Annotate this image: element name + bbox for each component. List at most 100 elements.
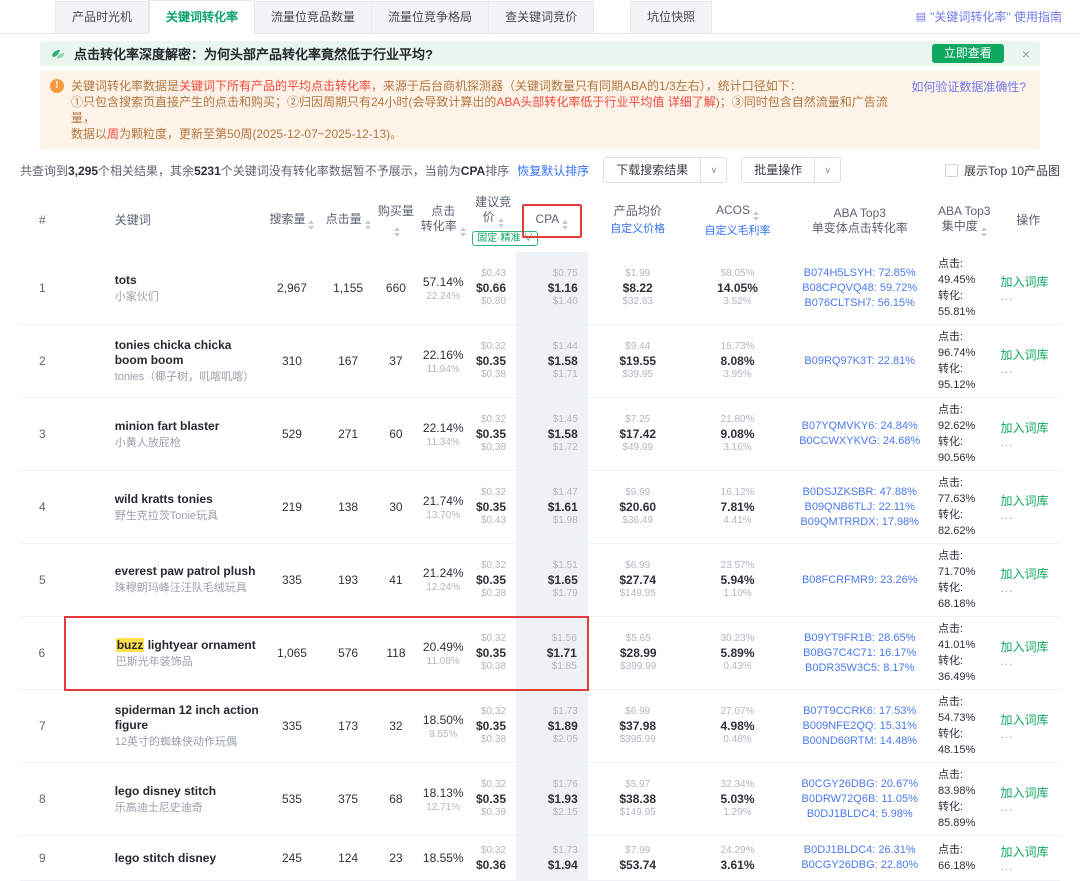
more-actions-link[interactable]: ...: [1000, 509, 1058, 521]
acos-cell: 16.73%8.08%3.95%: [688, 325, 788, 398]
sort-icon: [365, 220, 371, 230]
suggested-bid-cell: $0.32$0.35$0.38: [470, 544, 516, 617]
asin-link[interactable]: B09QNB6TLJ: 22.11%: [789, 500, 930, 515]
more-actions-link[interactable]: ...: [1000, 860, 1058, 872]
keyword-cell: tonies chicka chicka boom boomtonies（椰子树…: [65, 325, 264, 398]
aba-top3-ctr-cell: B07YQMVKY6: 24.84%B0CCWXYKVG: 24.68%: [787, 398, 932, 471]
col-header-bid[interactable]: 建议竞价固定·精准 ∨: [470, 189, 516, 252]
keyword-cell: minion fart blaster小黄人放屁枪: [65, 398, 264, 471]
asin-link[interactable]: B0BG7C4C71: 16.17%: [789, 646, 930, 661]
col-header-ctr[interactable]: 点击转化率: [416, 189, 470, 252]
add-to-wordbank-link[interactable]: 加入词库: [1000, 567, 1058, 582]
asin-link[interactable]: B08FCRFMR9: 23.26%: [789, 573, 930, 588]
asin-link[interactable]: B009NFE2QQ: 15.31%: [789, 719, 930, 734]
table-row: 3minion fart blaster小黄人放屁枪5292716022.14%…: [20, 398, 1060, 471]
top10-images-checkbox[interactable]: [945, 164, 958, 177]
add-to-wordbank-link[interactable]: 加入词库: [1000, 640, 1058, 655]
cpa-cell: $1.73$1.94: [516, 836, 588, 881]
asin-link[interactable]: B0DJ1BLDC4: 26.31%: [789, 843, 930, 858]
data-notice: ! 关键词转化率数据是关键词下所有产品的平均点击转化率，来源于后台商机探测器（关…: [40, 71, 1040, 149]
tab-item[interactable]: 产品时光机: [55, 1, 149, 33]
add-to-wordbank-link[interactable]: 加入词库: [1000, 713, 1058, 728]
asin-link[interactable]: B07YQMVKY6: 24.84%: [789, 419, 930, 434]
suggested-bid-cell: $0.32$0.35$0.39: [470, 763, 516, 836]
add-to-wordbank-link[interactable]: 加入词库: [1000, 275, 1058, 290]
action-cell: 加入词库...: [996, 690, 1060, 763]
asin-link[interactable]: B0DR35W3C5: 8.17%: [789, 661, 930, 676]
search-volume-cell: 245: [263, 836, 320, 881]
sort-icon: [562, 220, 568, 230]
asin-link[interactable]: B074H5LSYH: 72.85%: [789, 266, 930, 281]
asin-link[interactable]: B09QMTRRDX: 17.98%: [789, 515, 930, 530]
keyword-translation: 12英寸的蜘蛛侠动作玩偶: [115, 736, 262, 749]
download-caret-icon[interactable]: ∨: [700, 158, 726, 182]
ctr-cell: 20.49%11.08%: [416, 617, 470, 690]
more-actions-link[interactable]: ...: [1000, 582, 1058, 594]
tab-active[interactable]: 关键词转化率: [149, 0, 255, 34]
asin-link[interactable]: B0CGY26DBG: 22.80%: [789, 858, 930, 873]
action-cell: 加入词库...: [996, 471, 1060, 544]
keyword-text: wild kratts tonies: [115, 492, 262, 507]
more-actions-link[interactable]: ...: [1000, 655, 1058, 667]
search-volume-cell: 529: [263, 398, 320, 471]
acos-cell: 16.12%7.81%4.41%: [688, 471, 788, 544]
asin-link[interactable]: B0DSJZKSBR: 47.88%: [789, 485, 930, 500]
usage-guide-link[interactable]: ▤ "关键词转化率" 使用指南: [916, 8, 1062, 25]
table-row: 5everest paw patrol plush珠穆朗玛峰汪汪队毛绒玩具335…: [20, 544, 1060, 617]
tab-item[interactable]: 流量位竞品数量: [255, 1, 372, 33]
col-header-clicks[interactable]: 点击量: [321, 189, 376, 252]
asin-link[interactable]: B0DJ1BLDC4: 5.98%: [789, 807, 930, 822]
search-volume-cell: 335: [263, 544, 320, 617]
tab-item[interactable]: 坑位快照: [630, 1, 712, 33]
more-actions-link[interactable]: ...: [1000, 801, 1058, 813]
asin-link[interactable]: B0DRW72Q6B: 11.05%: [789, 792, 930, 807]
verify-accuracy-link[interactable]: 如何验证数据准确性?: [911, 79, 1026, 95]
col-header-acos[interactable]: ACOS自定义毛利率: [688, 189, 788, 252]
batch-actions-button[interactable]: 批量操作 ∨: [741, 157, 841, 183]
reset-sort-link[interactable]: 恢复默认排序: [517, 162, 589, 179]
aba-concentration-cell: 点击: 83.98%转化: 85.89%: [932, 763, 996, 836]
add-to-wordbank-link[interactable]: 加入词库: [1000, 494, 1058, 509]
asin-link[interactable]: B07T9CCRK6: 17.53%: [789, 704, 930, 719]
aba-top3-ctr-cell: B074H5LSYH: 72.85%B08CPQVQ48: 59.72%B076…: [787, 252, 932, 325]
tab-item[interactable]: 查关键词竞价: [489, 1, 594, 33]
asin-link[interactable]: B00ND60RTM: 14.48%: [789, 734, 930, 749]
asin-link[interactable]: B09RQ97K3T: 22.81%: [789, 354, 930, 369]
more-actions-link[interactable]: ...: [1000, 290, 1058, 302]
more-actions-link[interactable]: ...: [1000, 728, 1058, 740]
add-to-wordbank-link[interactable]: 加入词库: [1000, 421, 1058, 436]
col-header-search-volume[interactable]: 搜索量: [263, 189, 320, 252]
more-actions-link[interactable]: ...: [1000, 436, 1058, 448]
keyword-cell: wild kratts tonies野生克拉茨Tonie玩具: [65, 471, 264, 544]
tab-item[interactable]: 流量位竞争格局: [372, 1, 489, 33]
banner-close-icon[interactable]: ×: [1022, 46, 1030, 62]
custom-margin-link[interactable]: 自定义毛利率: [690, 224, 786, 239]
suggested-bid-cell: $0.32$0.35$0.38: [470, 325, 516, 398]
keyword-text: buzz lightyear ornament: [116, 638, 262, 653]
asin-link[interactable]: B0CGY26DBG: 20.67%: [789, 777, 930, 792]
purchases-cell: 60: [376, 398, 417, 471]
banner-view-now-button[interactable]: 立即查看: [932, 44, 1004, 63]
download-results-button[interactable]: 下载搜索结果 ∨: [603, 157, 727, 183]
banner-title: 点击转化率深度解密：为何头部产品转化率竟然低于行业平均?: [74, 44, 433, 63]
asin-link[interactable]: B09YT9FR1B: 28.65%: [789, 631, 930, 646]
col-header-purchases[interactable]: 购买量: [376, 189, 417, 252]
asin-link[interactable]: B08CPQVQ48: 59.72%: [789, 281, 930, 296]
keyword-cell: lego disney stitch乐高迪士尼史迪奇: [65, 763, 264, 836]
learn-more-link[interactable]: 详细了解: [668, 95, 716, 109]
col-header-aba-concentration[interactable]: ABA Top3集中度: [932, 189, 996, 252]
add-to-wordbank-link[interactable]: 加入词库: [1000, 348, 1058, 363]
clicks-cell: 193: [321, 544, 376, 617]
asin-link[interactable]: B076CLTSH7: 56.15%: [789, 296, 930, 311]
more-actions-link[interactable]: ...: [1000, 363, 1058, 375]
add-to-wordbank-link[interactable]: 加入词库: [1000, 786, 1058, 801]
acos-cell: 23.57%5.94%1.10%: [688, 544, 788, 617]
ctr-cell: 18.13%12.71%: [416, 763, 470, 836]
aba-top3-ctr-cell: B0CGY26DBG: 20.67%B0DRW72Q6B: 11.05%B0DJ…: [787, 763, 932, 836]
cpa-cell: $0.75$1.16$1.40: [516, 252, 588, 325]
search-volume-cell: 335: [263, 690, 320, 763]
asin-link[interactable]: B0CCWXYKVG: 24.68%: [789, 434, 930, 449]
custom-price-link[interactable]: 自定义价格: [590, 222, 686, 237]
batch-caret-icon[interactable]: ∨: [814, 158, 840, 182]
add-to-wordbank-link[interactable]: 加入词库: [1000, 845, 1058, 860]
